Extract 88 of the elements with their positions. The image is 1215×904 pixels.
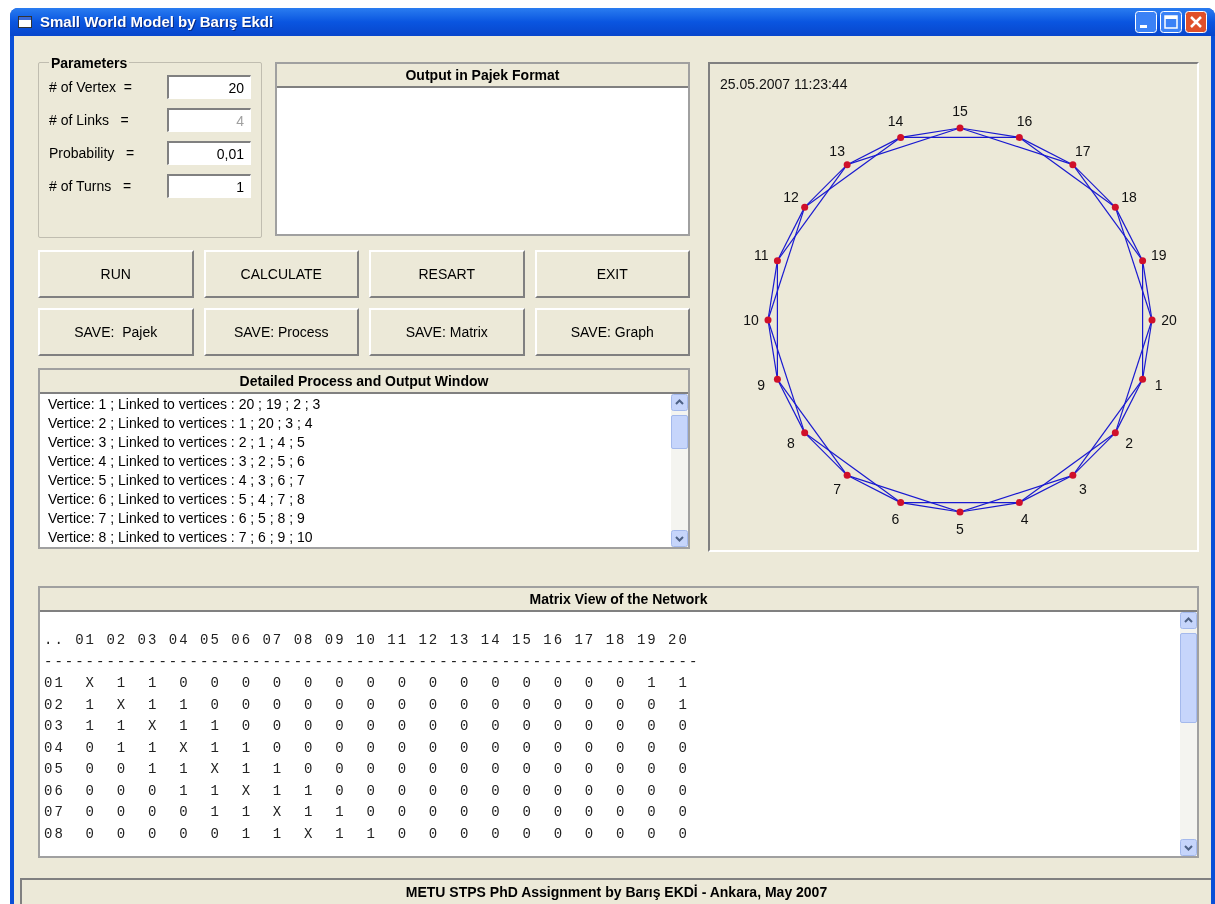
node-dot: [801, 203, 809, 211]
scroll-down-icon[interactable]: [671, 530, 688, 547]
node-dot: [956, 508, 964, 516]
command-button[interactable]: EXIT: [534, 250, 690, 298]
close-icon[interactable]: [1185, 11, 1207, 33]
node-dot: [843, 161, 851, 169]
process-line: Vertice: 2 ; Linked to vertices : 1 ; 20 ; 3 ; 4: [48, 414, 314, 433]
node-label: 17: [1075, 142, 1091, 159]
node-dot: [773, 257, 781, 265]
field-label: # of Turns =: [49, 176, 132, 196]
maximize-icon[interactable]: [1160, 11, 1182, 33]
matrix-line: 02 1 X 1 1 0 0 0 0 0 0 0 0 0 0 0 0 0 0 0 1: [44, 695, 690, 715]
matrix-line: 01 X 1 1 0 0 0 0 0 0 0 0 0 0 0 0 0 0 0 1 1: [44, 674, 690, 693]
node-label: 1: [1154, 376, 1163, 393]
node-label: 14: [887, 113, 904, 130]
matrix-line: ---------------------------------------------------------------: [44, 652, 701, 672]
process-line: Vertice: 4 ; Linked to vertices : 3 ; 2 ; 5 ; 6: [48, 452, 306, 471]
process-line: Vertice: 7 ; Linked to vertices : 6 ; 5 ; 8 ; 9: [48, 509, 306, 528]
matrix-line: 06 0 0 0 1 1 X 1 1 0 0 0 0 0 0 0 0 0 0 0 0: [44, 781, 690, 801]
command-button[interactable]: SAVE: Matrix: [369, 308, 525, 356]
field-label: # of Links =: [49, 110, 129, 130]
command-button[interactable]: RESART: [369, 250, 525, 298]
matrix-line: 05 0 0 1 1 X 1 1 0 0 0 0 0 0 0 0 0 0 0 0 0: [44, 760, 690, 779]
window-icon: [18, 16, 32, 28]
command-button[interactable]: SAVE: Process: [203, 308, 359, 356]
node-label: 19: [1151, 247, 1167, 264]
node-label: 3: [1078, 481, 1087, 498]
node-label: 2: [1125, 434, 1133, 451]
matrix-line: 07 0 0 0 0 1 1 X 1 1 0 0 0 0 0 0 0 0 0 0 0: [44, 803, 690, 822]
process-line: Vertice: 8 ; Linked to vertices : 7 ; 6 ; 9 ; 10: [48, 528, 314, 547]
node-dot: [956, 124, 964, 132]
scroll-thumb[interactable]: [671, 415, 688, 449]
node-label: 11: [753, 247, 769, 264]
number-field[interactable]: 20: [167, 75, 251, 99]
node-label: 20: [1161, 312, 1177, 328]
node-dot: [764, 316, 772, 324]
vertical-scrollbar[interactable]: [671, 394, 688, 547]
node-dot: [1015, 499, 1023, 507]
node-dot: [1139, 257, 1147, 265]
process-line: Vertice: 3 ; Linked to vertices : 2 ; 1 ; 4 ; 5: [48, 433, 306, 452]
number-field[interactable]: 1: [167, 174, 251, 198]
field-label: # of Vertex =: [49, 77, 132, 97]
node-label: 5: [956, 521, 964, 537]
node-label: 4: [1020, 510, 1029, 527]
node-dot: [801, 429, 809, 437]
timestamp: 25.05.2007 11:23:44: [720, 75, 848, 94]
matrix-line: 08 0 0 0 0 0 1 1 X 1 1 0 0 0 0 0 0 0 0 0 0: [44, 824, 690, 844]
node-label: 9: [757, 376, 766, 393]
node-dot: [1069, 471, 1077, 479]
process-line: Vertice: 5 ; Linked to vertices : 4 ; 3 ; 6 ; 7: [48, 471, 306, 490]
node-dot: [1015, 133, 1023, 141]
command-button[interactable]: RUN: [38, 250, 194, 298]
scroll-up-icon[interactable]: [671, 394, 688, 411]
node-label: 7: [833, 481, 842, 498]
node-dot: [1111, 429, 1119, 437]
command-button[interactable]: CALCULATE: [203, 250, 359, 298]
node-dot: [1139, 375, 1147, 383]
matrix-line: .. 01 02 03 04 05 06 07 08 09 10 11 12 13 14 15 16 17 18 19 20: [44, 631, 690, 650]
command-button[interactable]: SAVE: Pajek: [38, 308, 194, 356]
node-label: 13: [829, 142, 845, 159]
node-label: 15: [952, 103, 968, 119]
node-dot: [1069, 161, 1077, 169]
matrix-line: 04 0 1 1 X 1 1 0 0 0 0 0 0 0 0 0 0 0 0 0 0: [44, 738, 690, 758]
status-bar: METU STPS PhD Assignment by Barış EKDİ - Ankara, May 2007: [20, 878, 1211, 904]
node-dot: [1111, 203, 1119, 211]
process-line: Vertice: 6 ; Linked to vertices : 5 ; 4 ; 7 ; 8: [48, 490, 306, 509]
node-dot: [897, 133, 905, 141]
node-label: 10: [743, 312, 759, 328]
node-dot: [773, 375, 781, 383]
field-label: Probability =: [49, 143, 135, 163]
minimize-icon[interactable]: [1135, 11, 1157, 33]
node-dot: [1148, 316, 1156, 324]
vertical-scrollbar[interactable]: [1180, 612, 1197, 856]
scroll-down-icon[interactable]: [1180, 839, 1197, 856]
scroll-up-icon[interactable]: [1180, 612, 1197, 629]
node-label: 12: [783, 189, 799, 206]
scroll-thumb[interactable]: [1180, 633, 1197, 723]
node-dot: [897, 499, 905, 507]
node-label: 18: [1121, 189, 1137, 206]
node-label: 6: [891, 510, 900, 527]
window-title: Small World Model by Barış Ekdi: [40, 11, 274, 32]
command-button[interactable]: SAVE: Graph: [534, 308, 690, 356]
node-label: 16: [1016, 113, 1033, 130]
process-line: Vertice: 1 ; Linked to vertices : 20 ; 19 ; 2 ; 3: [48, 395, 322, 414]
number-field[interactable]: 0,01: [167, 141, 251, 165]
node-label: 8: [787, 434, 795, 451]
node-dot: [843, 471, 851, 479]
matrix-line: 03 1 1 X 1 1 0 0 0 0 0 0 0 0 0 0 0 0 0 0 0: [44, 717, 690, 736]
